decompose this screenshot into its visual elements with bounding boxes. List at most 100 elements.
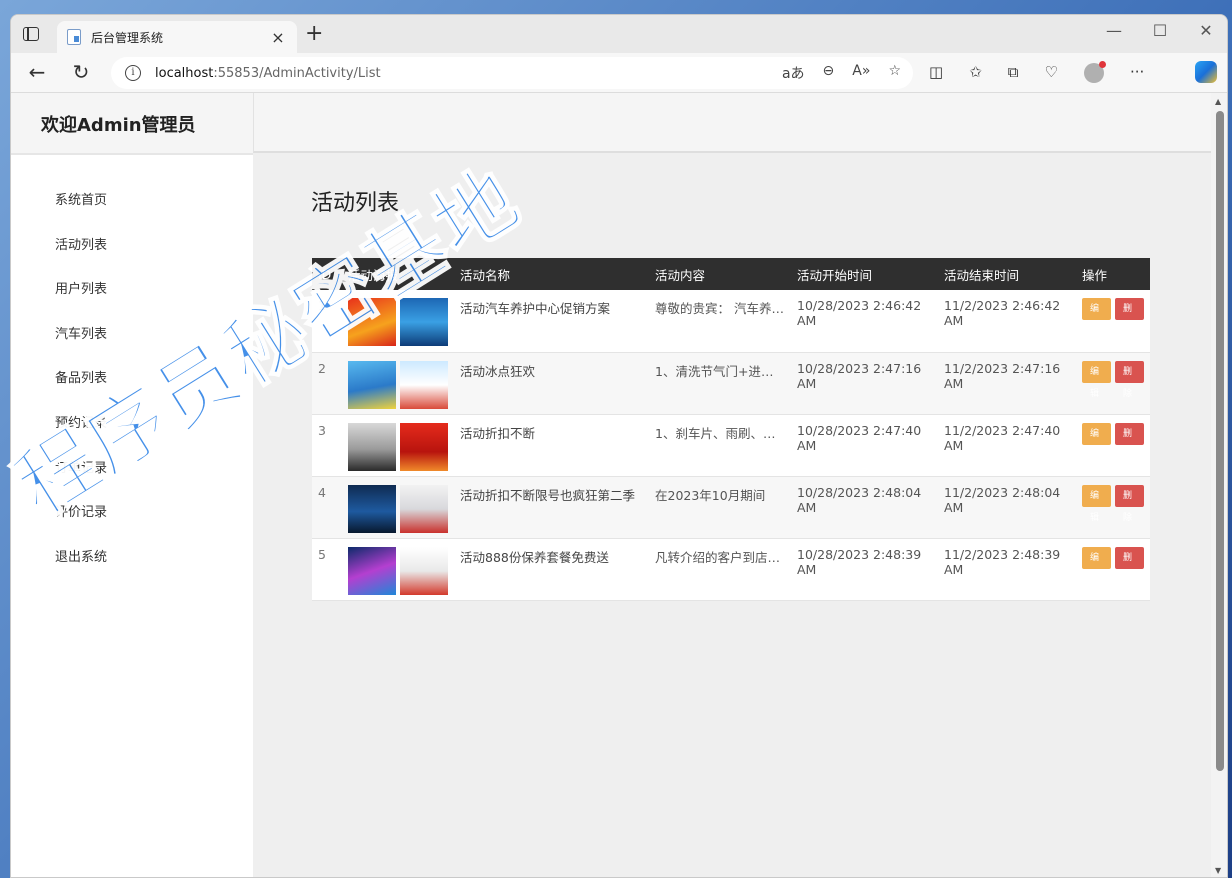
tab-title: 后台管理系统: [91, 30, 164, 45]
table-row: 1 活动汽车养护中心促销方案 尊敬的贵宾： 汽车养护中心促销方案 10/28/2…: [312, 290, 1150, 352]
activity-name: 活动汽车养护中心促销方案: [460, 301, 611, 316]
split-screen-icon[interactable]: ◫: [929, 63, 943, 83]
sidebar-item-activities[interactable]: 活动列表: [11, 236, 253, 281]
start-time: 10/28/2023 2:48:04 AM: [797, 484, 922, 515]
edit-button[interactable]: 编辑: [1082, 484, 1111, 523]
activity-content: 尊敬的贵宾： 汽车养护中心促销方案: [655, 301, 785, 316]
scroll-down-icon[interactable]: ▼: [1215, 866, 1221, 875]
favorites-icon[interactable]: ✩: [969, 63, 982, 83]
sidebar-item-cars[interactable]: 汽车列表: [11, 325, 253, 370]
poster-image: [348, 546, 396, 595]
scroll-thumb[interactable]: [1216, 111, 1224, 771]
edit-button[interactable]: 编辑: [1082, 298, 1111, 336]
activity-name: 活动888份保养套餐免费送: [460, 549, 609, 565]
sidebar-item-users[interactable]: 用户列表: [11, 280, 253, 325]
browser-essentials-icon[interactable]: ♡: [1044, 63, 1057, 83]
start-time: 10/28/2023 2:48:39 AM: [797, 546, 922, 577]
poster-image: [348, 360, 396, 409]
column-header: ID: [318, 266, 332, 282]
column-header: 操作: [1082, 267, 1108, 283]
sidebar-header: 欢迎Admin管理员: [11, 93, 253, 155]
end-time: 11/2/2023 2:46:42 AM: [944, 298, 1061, 328]
poster-image: [400, 360, 448, 409]
sidebar-title: 欢迎Admin管理员: [41, 115, 196, 136]
table-row: 2 活动冰点狂欢 1、清洗节气门+进气道 10/28/2023 2:47:16 …: [312, 352, 1150, 414]
refresh-icon[interactable]: ↻: [69, 61, 93, 83]
activity-table: ID 活动海报 活动名称 活动内容 活动开始时间 活动结束时间 操作 1 活动汽…: [312, 258, 1150, 601]
new-tab-button[interactable]: +: [305, 23, 323, 45]
sidebar-item-orders[interactable]: 订单记录: [11, 459, 253, 504]
activity-content: 1、清洗节气门+进气道: [655, 363, 785, 379]
tab-actions-icon[interactable]: [23, 27, 39, 41]
table-row: 5 活动888份保养套餐免费送 凡转介绍的客户到店消费 10/28/2023 2…: [312, 538, 1150, 600]
table-row: 4 活动折扣不断限号也疯狂第二季 在2023年10月期间 10/28/2023 …: [312, 476, 1150, 538]
row-id: 2: [318, 360, 326, 376]
delete-button[interactable]: 删除: [1115, 298, 1144, 336]
address-bar[interactable]: i localhost:55853/AdminActivity/List aあ …: [111, 57, 913, 89]
table-row: 3 活动折扣不断 1、刹车片、雨刷、机油 10/28/2023 2:47:40 …: [312, 414, 1150, 476]
maximize-button[interactable]: ☐: [1145, 21, 1175, 40]
poster-image: [400, 298, 448, 346]
sidebar-item-appointments[interactable]: 预约记录: [11, 414, 253, 459]
column-header: 活动名称: [460, 267, 511, 283]
row-id: 1: [318, 298, 326, 313]
collections-icon[interactable]: ⧉: [1008, 63, 1019, 83]
row-id: 3: [318, 422, 326, 438]
favorite-star-icon[interactable]: ☆: [888, 63, 901, 83]
poster-image: [400, 422, 448, 471]
sidebar-item-logout[interactable]: 退出系统: [11, 548, 253, 593]
edit-button[interactable]: 编辑: [1082, 360, 1111, 399]
end-time: 11/2/2023 2:47:40 AM: [944, 422, 1061, 453]
close-window-button[interactable]: ✕: [1191, 21, 1221, 40]
translate-icon[interactable]: aあ: [782, 63, 805, 83]
navigation-bar: ← ↻ i localhost:55853/AdminActivity/List…: [11, 53, 1227, 93]
delete-button[interactable]: 删除: [1115, 546, 1144, 585]
profile-avatar[interactable]: [1083, 61, 1106, 83]
activity-name: 活动折扣不断限号也疯狂第二季: [460, 487, 636, 503]
delete-button[interactable]: 删除: [1115, 360, 1144, 399]
activity-content: 凡转介绍的客户到店消费: [655, 549, 785, 565]
column-header: 活动内容: [655, 267, 706, 283]
delete-button[interactable]: 删除: [1115, 484, 1144, 523]
tab-close-icon[interactable]: ×: [269, 28, 287, 47]
browser-tab[interactable]: 后台管理系统 ×: [57, 21, 297, 53]
page-viewport: 欢迎Admin管理员 系统首页 活动列表 用户列表 汽车列表 备品列表 预约记录…: [11, 93, 1211, 877]
poster-image: [348, 298, 396, 346]
table-header-row: ID 活动海报 活动名称 活动内容 活动开始时间 活动结束时间 操作: [312, 258, 1150, 290]
edit-button[interactable]: 编辑: [1082, 422, 1111, 461]
copilot-icon[interactable]: [1195, 61, 1217, 83]
activity-name: 活动折扣不断: [460, 425, 536, 441]
poster-image: [348, 484, 396, 533]
browser-window: 后台管理系统 × + — ☐ ✕ ← ↻ i localhost:55853/A…: [10, 14, 1228, 878]
sidebar: 欢迎Admin管理员 系统首页 活动列表 用户列表 汽车列表 备品列表 预约记录…: [11, 93, 253, 877]
column-header: 活动结束时间: [944, 267, 1020, 283]
poster-image: [348, 422, 396, 471]
sidebar-item-home[interactable]: 系统首页: [11, 191, 253, 236]
column-header: 活动开始时间: [797, 267, 873, 283]
more-menu-icon[interactable]: ···: [1130, 63, 1144, 83]
end-time: 11/2/2023 2:47:16 AM: [944, 360, 1061, 391]
page-title: 活动列表: [311, 191, 400, 216]
poster-image: [400, 484, 448, 533]
end-time: 11/2/2023 2:48:04 AM: [944, 484, 1061, 515]
minimize-button[interactable]: —: [1099, 21, 1129, 40]
sidebar-item-parts[interactable]: 备品列表: [11, 369, 253, 414]
url-host: localhost: [155, 65, 214, 81]
page-favicon-icon: [67, 29, 81, 45]
back-arrow-icon[interactable]: ←: [25, 61, 49, 83]
start-time: 10/28/2023 2:47:16 AM: [797, 360, 922, 391]
row-id: 4: [318, 484, 326, 500]
read-aloud-icon[interactable]: A»: [852, 63, 870, 83]
url-path: :55853/AdminActivity/List: [213, 65, 381, 81]
edit-button[interactable]: 编辑: [1082, 546, 1111, 585]
zoom-out-icon[interactable]: ⊖: [823, 63, 835, 83]
sidebar-item-reviews[interactable]: 评价记录: [11, 503, 253, 548]
start-time: 10/28/2023 2:46:42 AM: [797, 298, 922, 328]
top-header-bar: [253, 93, 1211, 153]
delete-button[interactable]: 删除: [1115, 422, 1144, 461]
poster-image: [400, 546, 448, 595]
end-time: 11/2/2023 2:48:39 AM: [944, 546, 1061, 577]
page-scrollbar[interactable]: ▲ ▼: [1211, 93, 1227, 877]
site-info-icon[interactable]: i: [125, 65, 141, 81]
scroll-up-icon[interactable]: ▲: [1215, 97, 1221, 106]
